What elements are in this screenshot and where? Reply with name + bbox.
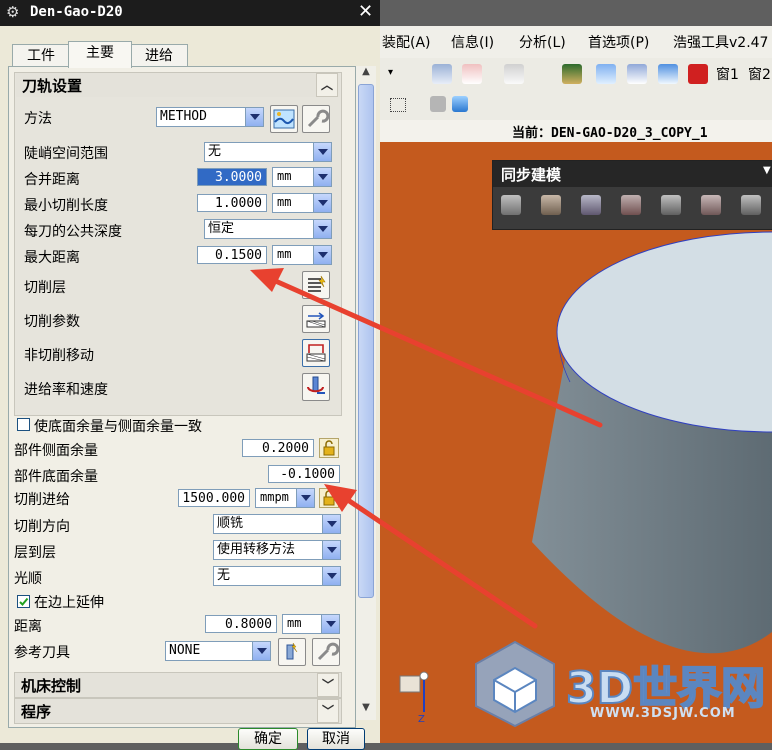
watermark: 3D世界网 WWW.3DSJW.COM [470,638,770,728]
watermark-logo-icon [475,640,555,728]
annotation-arrows [250,268,603,629]
tab-main[interactable]: 主要 [68,41,132,68]
watermark-url: WWW.3DSJW.COM [590,706,736,721]
